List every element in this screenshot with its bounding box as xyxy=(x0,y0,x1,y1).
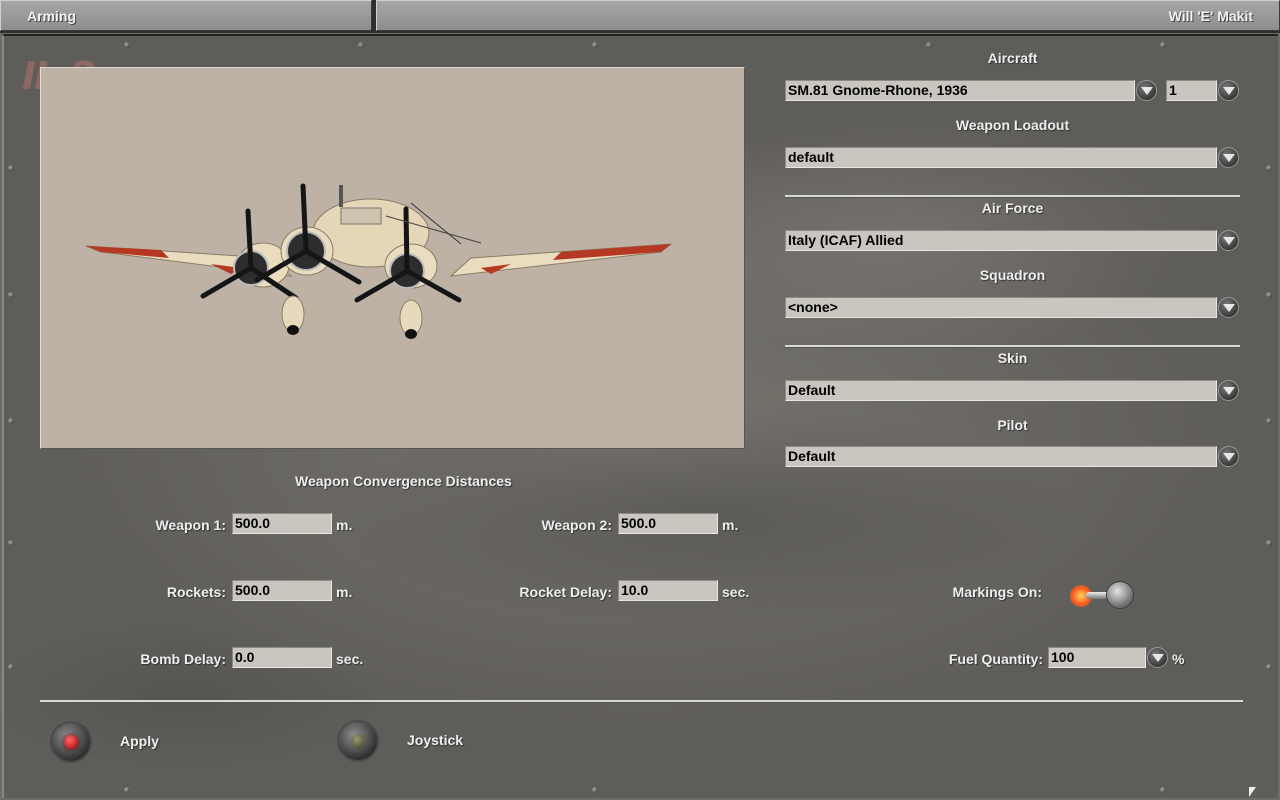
red-lamp-icon xyxy=(64,735,78,749)
weapon1-input[interactable]: 500.0 xyxy=(232,513,332,534)
rivet xyxy=(926,42,932,48)
rivet xyxy=(8,292,14,298)
aircraft-count-select[interactable]: 1 xyxy=(1166,80,1217,101)
pilot-name: Will 'E' Makit xyxy=(376,0,1280,31)
apply-label[interactable]: Apply xyxy=(120,733,159,749)
bomb-delay-input[interactable]: 0.0 xyxy=(232,647,332,668)
rocket-delay-label: Rocket Delay: xyxy=(519,584,612,600)
bomb-delay-label: Bomb Delay: xyxy=(140,651,226,667)
rivet xyxy=(358,42,364,48)
rockets-input[interactable]: 500.0 xyxy=(232,580,332,601)
loadout-dropdown-icon[interactable] xyxy=(1218,147,1239,168)
aircraft-select[interactable]: SM.81 Gnome-Rhone, 1936 xyxy=(785,80,1135,101)
rivet xyxy=(592,787,598,793)
mouse-cursor-icon xyxy=(1249,787,1256,797)
rockets-label: Rockets: xyxy=(166,584,226,600)
weapon2-label: Weapon 2: xyxy=(541,517,612,533)
air-force-label: Air Force xyxy=(981,200,1044,216)
skin-select[interactable]: Default xyxy=(785,380,1217,401)
rivet xyxy=(592,42,598,48)
rivet xyxy=(1266,540,1272,546)
squadron-select[interactable]: <none> xyxy=(785,297,1217,318)
rivet xyxy=(1266,664,1272,670)
pilot-dropdown-icon[interactable] xyxy=(1218,446,1239,467)
joystick-button[interactable] xyxy=(337,720,379,762)
divider xyxy=(785,345,1240,347)
rivet xyxy=(1266,418,1272,424)
markings-toggle[interactable] xyxy=(1066,577,1136,613)
fuel-dropdown-icon[interactable] xyxy=(1147,647,1168,668)
squadron-label: Squadron xyxy=(979,267,1046,283)
convergence-title: Weapon Convergence Distances xyxy=(295,473,512,489)
rivet xyxy=(1266,165,1272,171)
rivet xyxy=(1266,292,1272,298)
divider xyxy=(785,195,1240,197)
rivet xyxy=(1160,42,1166,48)
rivet xyxy=(124,42,130,48)
rivet xyxy=(8,664,14,670)
rivet xyxy=(8,165,14,171)
squadron-dropdown-icon[interactable] xyxy=(1218,297,1239,318)
air-force-dropdown-icon[interactable] xyxy=(1218,230,1239,251)
rivet xyxy=(8,418,14,424)
aircraft-label: Aircraft xyxy=(987,50,1038,66)
aircraft-dropdown-icon[interactable] xyxy=(1136,80,1157,101)
weapon2-unit: m. xyxy=(722,517,739,533)
skin-label: Skin xyxy=(997,350,1028,366)
weapon1-unit: m. xyxy=(336,517,353,533)
bomb-delay-unit: sec. xyxy=(336,651,364,667)
apply-button[interactable] xyxy=(50,721,92,763)
rocket-delay-unit: sec. xyxy=(722,584,750,600)
pilot-select[interactable]: Default xyxy=(785,446,1217,467)
title-bar: Arming Will 'E' Makit xyxy=(0,0,1280,33)
weapon1-label: Weapon 1: xyxy=(155,517,226,533)
aircraft-preview[interactable] xyxy=(40,67,745,449)
rivet xyxy=(8,540,14,546)
fuel-quantity-select[interactable]: 100 xyxy=(1048,647,1146,668)
weapon-loadout-select[interactable]: default xyxy=(785,147,1217,168)
aircraft-model-icon xyxy=(85,183,673,339)
weapon2-input[interactable]: 500.0 xyxy=(618,513,718,534)
skin-dropdown-icon[interactable] xyxy=(1218,380,1239,401)
pilot-label: Pilot xyxy=(997,417,1028,433)
fuel-unit: % xyxy=(1172,651,1185,667)
fuel-quantity-label: Fuel Quantity: xyxy=(948,651,1043,667)
rocket-delay-input[interactable]: 10.0 xyxy=(618,580,718,601)
rivet xyxy=(1160,787,1166,793)
olive-lamp-icon xyxy=(351,734,365,748)
screen-title-arming: Arming xyxy=(0,0,372,31)
rivet xyxy=(124,787,130,793)
toggle-knob-icon xyxy=(1106,581,1134,609)
air-force-select[interactable]: Italy (ICAF) Allied xyxy=(785,230,1217,251)
rockets-unit: m. xyxy=(336,584,353,600)
joystick-label[interactable]: Joystick xyxy=(407,732,463,748)
markings-label: Markings On: xyxy=(952,584,1042,600)
weapon-loadout-label: Weapon Loadout xyxy=(955,117,1070,133)
divider xyxy=(40,700,1243,702)
count-dropdown-icon[interactable] xyxy=(1218,80,1239,101)
